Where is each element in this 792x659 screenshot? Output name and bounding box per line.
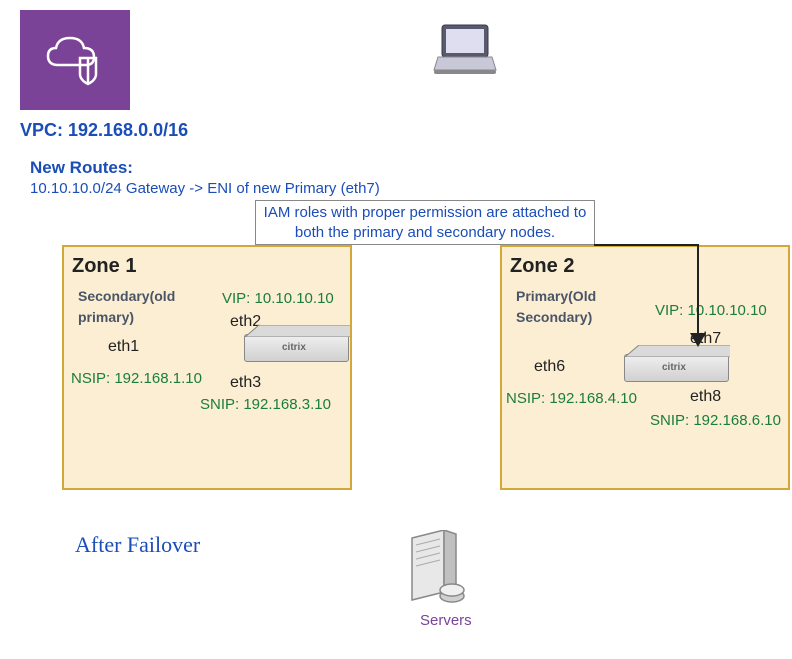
zone1-nsip: NSIP: 192.168.1.10 — [71, 370, 202, 387]
zone2-role: Primary(Old Secondary) — [516, 286, 626, 328]
zone2-snip: SNIP: 192.168.6.10 — [650, 412, 781, 429]
zone2-eth6: eth6 — [534, 358, 565, 376]
zone1-eth3: eth3 — [230, 374, 261, 392]
zone1-snip: SNIP: 192.168.3.10 — [200, 396, 331, 413]
zone2-vip: VIP: 10.10.10.10 — [655, 302, 767, 319]
new-routes-header: New Routes: — [30, 158, 133, 178]
iam-note: IAM roles with proper permission are att… — [255, 200, 595, 245]
zone1-vip: VIP: 10.10.10.10 — [222, 290, 334, 307]
zone1-role: Secondary(old primary) — [78, 286, 198, 328]
new-routes-detail: 10.10.10.0/24 Gateway -> ENI of new Prim… — [30, 180, 380, 197]
servers-label: Servers — [420, 612, 472, 629]
vpc-cloud-shield-icon — [20, 10, 130, 110]
zone-1: Zone 1 Secondary(old primary) — [62, 245, 352, 490]
zone2-eth8: eth8 — [690, 388, 721, 406]
zone1-eth1: eth1 — [108, 338, 139, 356]
vpc-label: VPC: 192.168.0.0/16 — [20, 120, 188, 141]
after-failover-label: After Failover — [75, 532, 200, 558]
zone1-brand: citrix — [282, 342, 306, 353]
zone2-nsip: NSIP: 192.168.4.10 — [506, 390, 637, 407]
zone1-title: Zone 1 — [72, 255, 342, 278]
server-tower-icon — [404, 530, 474, 615]
laptop-icon — [430, 20, 500, 85]
zone2-title: Zone 2 — [510, 255, 780, 278]
zone2-brand: citrix — [662, 362, 686, 373]
